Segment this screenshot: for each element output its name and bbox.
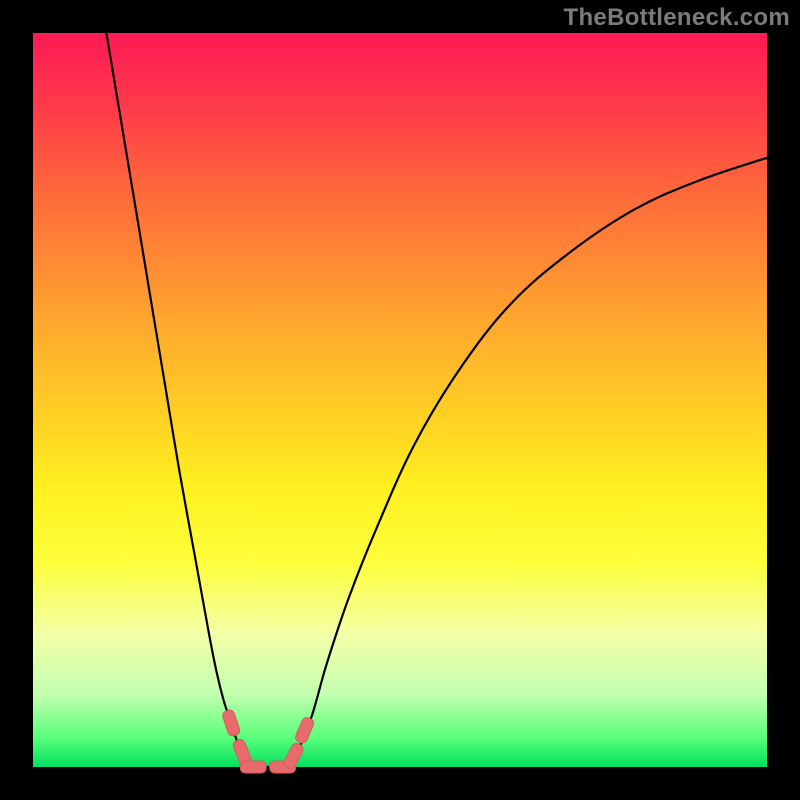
- curve-left: [106, 33, 253, 767]
- watermark-text: TheBottleneck.com: [564, 4, 790, 32]
- marker-group: [221, 709, 315, 773]
- data-marker: [294, 716, 315, 745]
- curve-group: [106, 33, 767, 767]
- plot-area: [33, 33, 767, 767]
- data-marker: [221, 709, 241, 737]
- chart-stage: TheBottleneck.com: [0, 0, 800, 800]
- data-marker: [282, 742, 304, 771]
- data-marker: [240, 761, 266, 773]
- curve-right: [290, 158, 767, 767]
- chart-svg: [33, 33, 767, 767]
